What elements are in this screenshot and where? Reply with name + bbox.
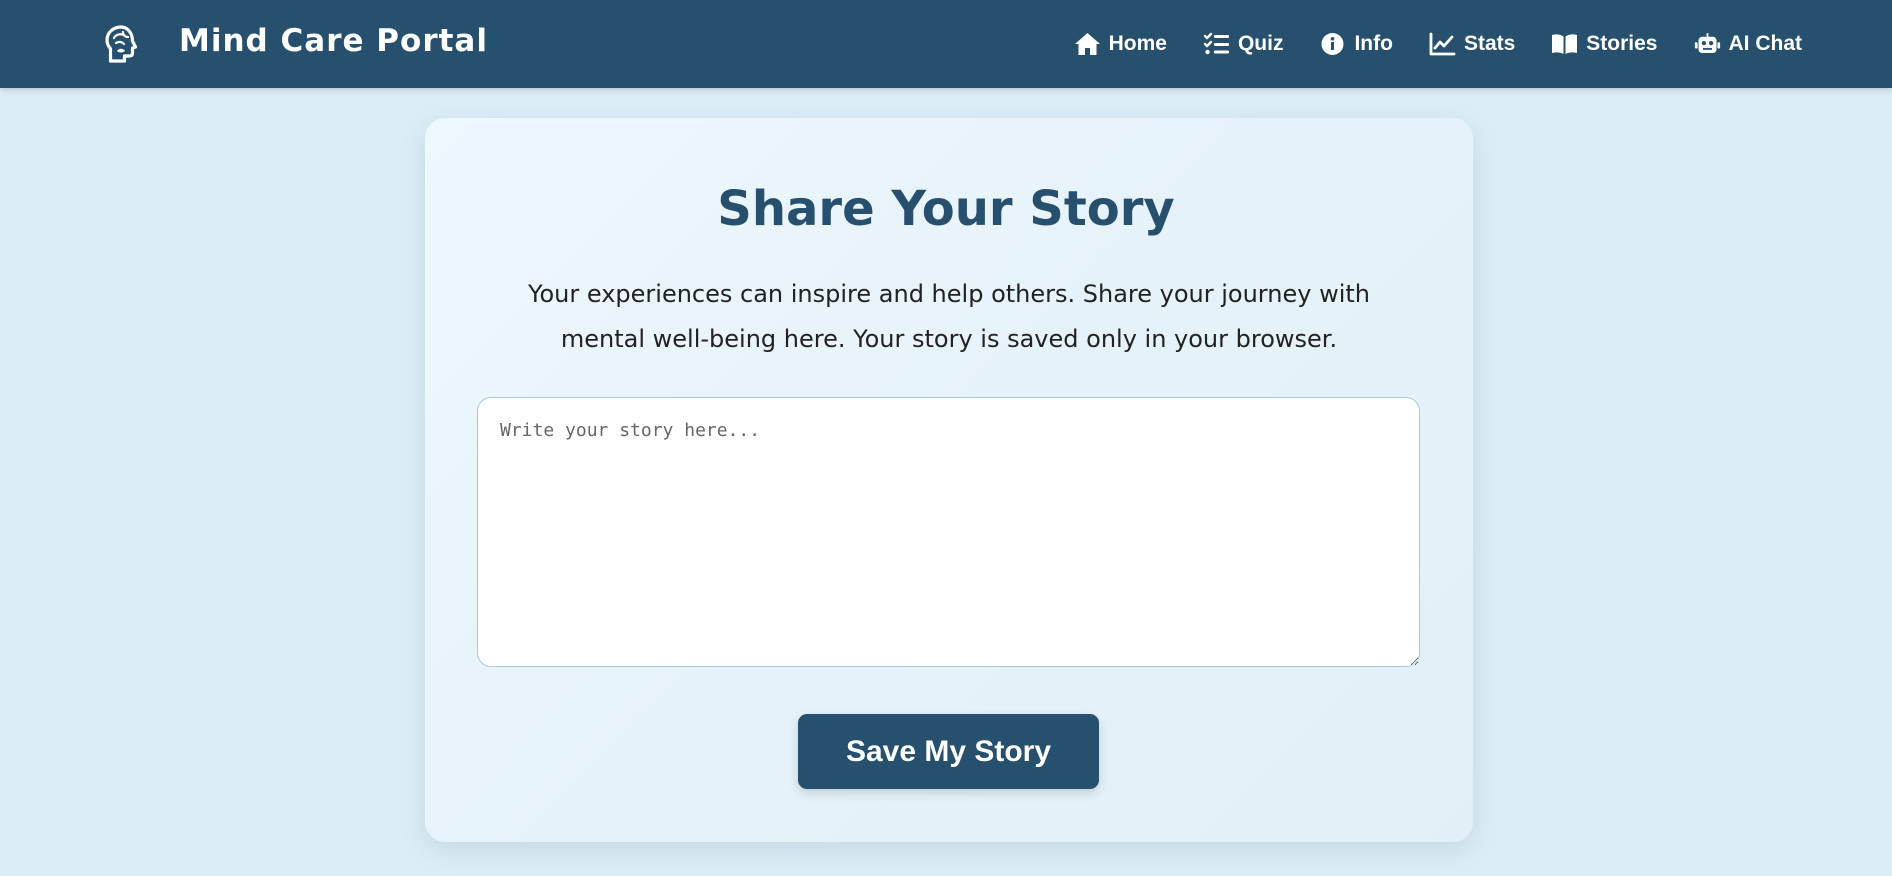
info-icon bbox=[1321, 33, 1344, 55]
brain-head-icon[interactable] bbox=[103, 24, 139, 64]
nav-info-label: Info bbox=[1354, 32, 1393, 55]
home-icon bbox=[1074, 33, 1100, 55]
story-input[interactable] bbox=[477, 397, 1420, 667]
checklist-icon bbox=[1203, 32, 1229, 55]
brand-title[interactable]: Mind Care Portal bbox=[179, 23, 488, 59]
line-chart-icon bbox=[1429, 32, 1456, 56]
nav-stats-label: Stats bbox=[1463, 32, 1516, 55]
nav-quiz[interactable]: Quiz bbox=[1203, 32, 1284, 56]
nav-quiz-label: Quiz bbox=[1237, 32, 1284, 55]
page-description: Your experiences can inspire and help ot… bbox=[528, 280, 1370, 353]
nav-home-label: Home bbox=[1108, 32, 1167, 55]
nav-stories[interactable]: Stories bbox=[1551, 32, 1658, 56]
robot-icon bbox=[1694, 33, 1720, 53]
save-story-button[interactable]: Save My Story bbox=[798, 714, 1099, 789]
nav-stories-label: Stories bbox=[1586, 32, 1658, 55]
nav-ai-chat-label: AI Chat bbox=[1728, 32, 1803, 55]
nav-home[interactable]: Home bbox=[1074, 32, 1167, 56]
top-navbar: Mind Care Portal Home Quiz Info Stats St… bbox=[0, 0, 1892, 88]
book-icon bbox=[1552, 34, 1578, 54]
nav-ai-chat[interactable]: AI Chat bbox=[1694, 32, 1803, 56]
nav-stats[interactable]: Stats bbox=[1429, 32, 1515, 56]
nav-links: Home Quiz Info Stats Stories AI Chat bbox=[1074, 0, 1802, 88]
page-title: Share Your Story bbox=[717, 181, 1175, 237]
nav-info[interactable]: Info bbox=[1319, 32, 1393, 56]
